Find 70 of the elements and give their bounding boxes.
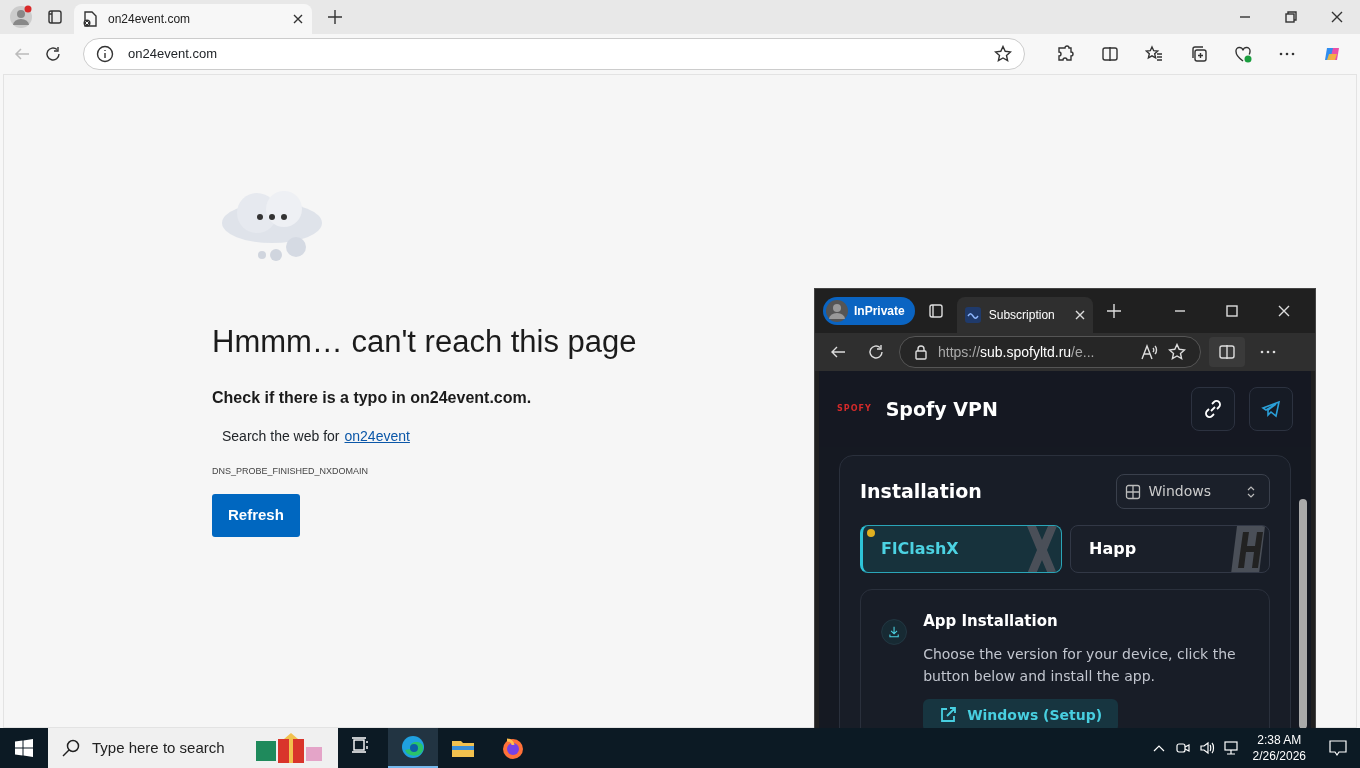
gifts-drawing [254, 733, 324, 763]
restore-icon[interactable] [1283, 9, 1299, 25]
error-message: Check if there is a typo in on24event.com. [212, 387, 532, 408]
platform-select[interactable]: Windows [1115, 474, 1270, 509]
firefox-icon [501, 736, 525, 760]
site-icon [964, 307, 981, 323]
avatar-icon [826, 300, 848, 322]
tab-actions-icon[interactable] [47, 9, 63, 25]
speaker-icon[interactable] [1198, 740, 1215, 756]
section-title: Installation [860, 479, 982, 505]
refresh-button[interactable]: Refresh [212, 494, 300, 537]
search-link[interactable]: on24event [344, 425, 410, 447]
link-button[interactable] [1191, 387, 1235, 431]
address-bar[interactable]: https://sub.spofyltd.ru/e... [899, 336, 1201, 368]
close-icon[interactable] [292, 13, 304, 25]
camera-icon[interactable] [1174, 740, 1191, 756]
split-screen-icon[interactable] [1218, 343, 1236, 361]
error-code: DNS_PROBE_FINISHED_NXDOMAIN [212, 464, 370, 478]
favorites-icon[interactable] [1145, 45, 1164, 63]
badge-label: InPrivate [854, 303, 905, 320]
collections-icon[interactable] [1189, 45, 1208, 63]
search-icon [62, 739, 80, 757]
address-text: https://sub.spofyltd.ru/e... [938, 342, 1096, 362]
network-icon[interactable] [1222, 740, 1239, 756]
edge-icon [401, 735, 425, 759]
link-icon [1203, 399, 1223, 419]
close-icon[interactable] [1329, 9, 1345, 25]
scrollbar[interactable] [1299, 499, 1307, 729]
app-tab[interactable]: Happ [1070, 525, 1270, 573]
chevron-updown-icon [1247, 485, 1255, 498]
step-description: Choose the version for your device, click the button below and install the app. [923, 644, 1237, 686]
address-bar[interactable]: on24event.com [83, 38, 1026, 70]
external-link-icon [939, 706, 958, 724]
step-title: App Installation [923, 611, 1059, 632]
page-error-icon [82, 11, 98, 27]
slashed-logo-icon [1231, 526, 1265, 572]
notification-icon[interactable] [1328, 738, 1348, 758]
maximize-icon[interactable] [1224, 303, 1240, 319]
browser-tab[interactable]: on24event.com [74, 4, 312, 34]
app-tab[interactable]: FlClashX [860, 525, 1062, 573]
tab-actions-icon[interactable] [927, 303, 944, 319]
status-dot [867, 529, 875, 537]
windows-logo-icon [15, 739, 33, 757]
clock-date: 2/26/2026 [1252, 748, 1306, 764]
star-icon[interactable] [994, 45, 1013, 63]
close-icon[interactable] [1276, 303, 1292, 319]
inprivate-badge[interactable]: InPrivate [823, 297, 915, 325]
taskbar-search[interactable]: Type here to search [48, 728, 338, 768]
new-tab-icon[interactable] [327, 9, 343, 25]
profile-icon[interactable] [9, 5, 33, 29]
info-icon[interactable] [96, 45, 115, 63]
logo-text: SPOFY [837, 403, 872, 415]
copilot-icon[interactable] [1322, 45, 1341, 63]
address-text: on24event.com [128, 45, 218, 64]
health-icon[interactable] [1233, 45, 1252, 63]
browser-tab[interactable]: Subscription [956, 297, 1093, 333]
search-text: Search the web for [222, 426, 340, 446]
refresh-icon[interactable] [44, 45, 63, 63]
taskbar-app[interactable] [388, 728, 438, 768]
error-heading: Hmmm… can't reach this page [212, 323, 637, 361]
extensions-icon[interactable] [1056, 45, 1075, 63]
site-title: Spofy VPN [885, 396, 999, 422]
telegram-button[interactable] [1249, 387, 1293, 431]
clock-time: 2:38 AM [1256, 732, 1303, 748]
windows-icon [1124, 483, 1141, 500]
split-screen-icon[interactable] [1100, 45, 1119, 63]
paper-plane-icon [1261, 399, 1281, 419]
refresh-icon[interactable] [867, 343, 885, 361]
lock-icon[interactable] [914, 344, 928, 360]
read-aloud-icon[interactable] [1140, 343, 1158, 361]
